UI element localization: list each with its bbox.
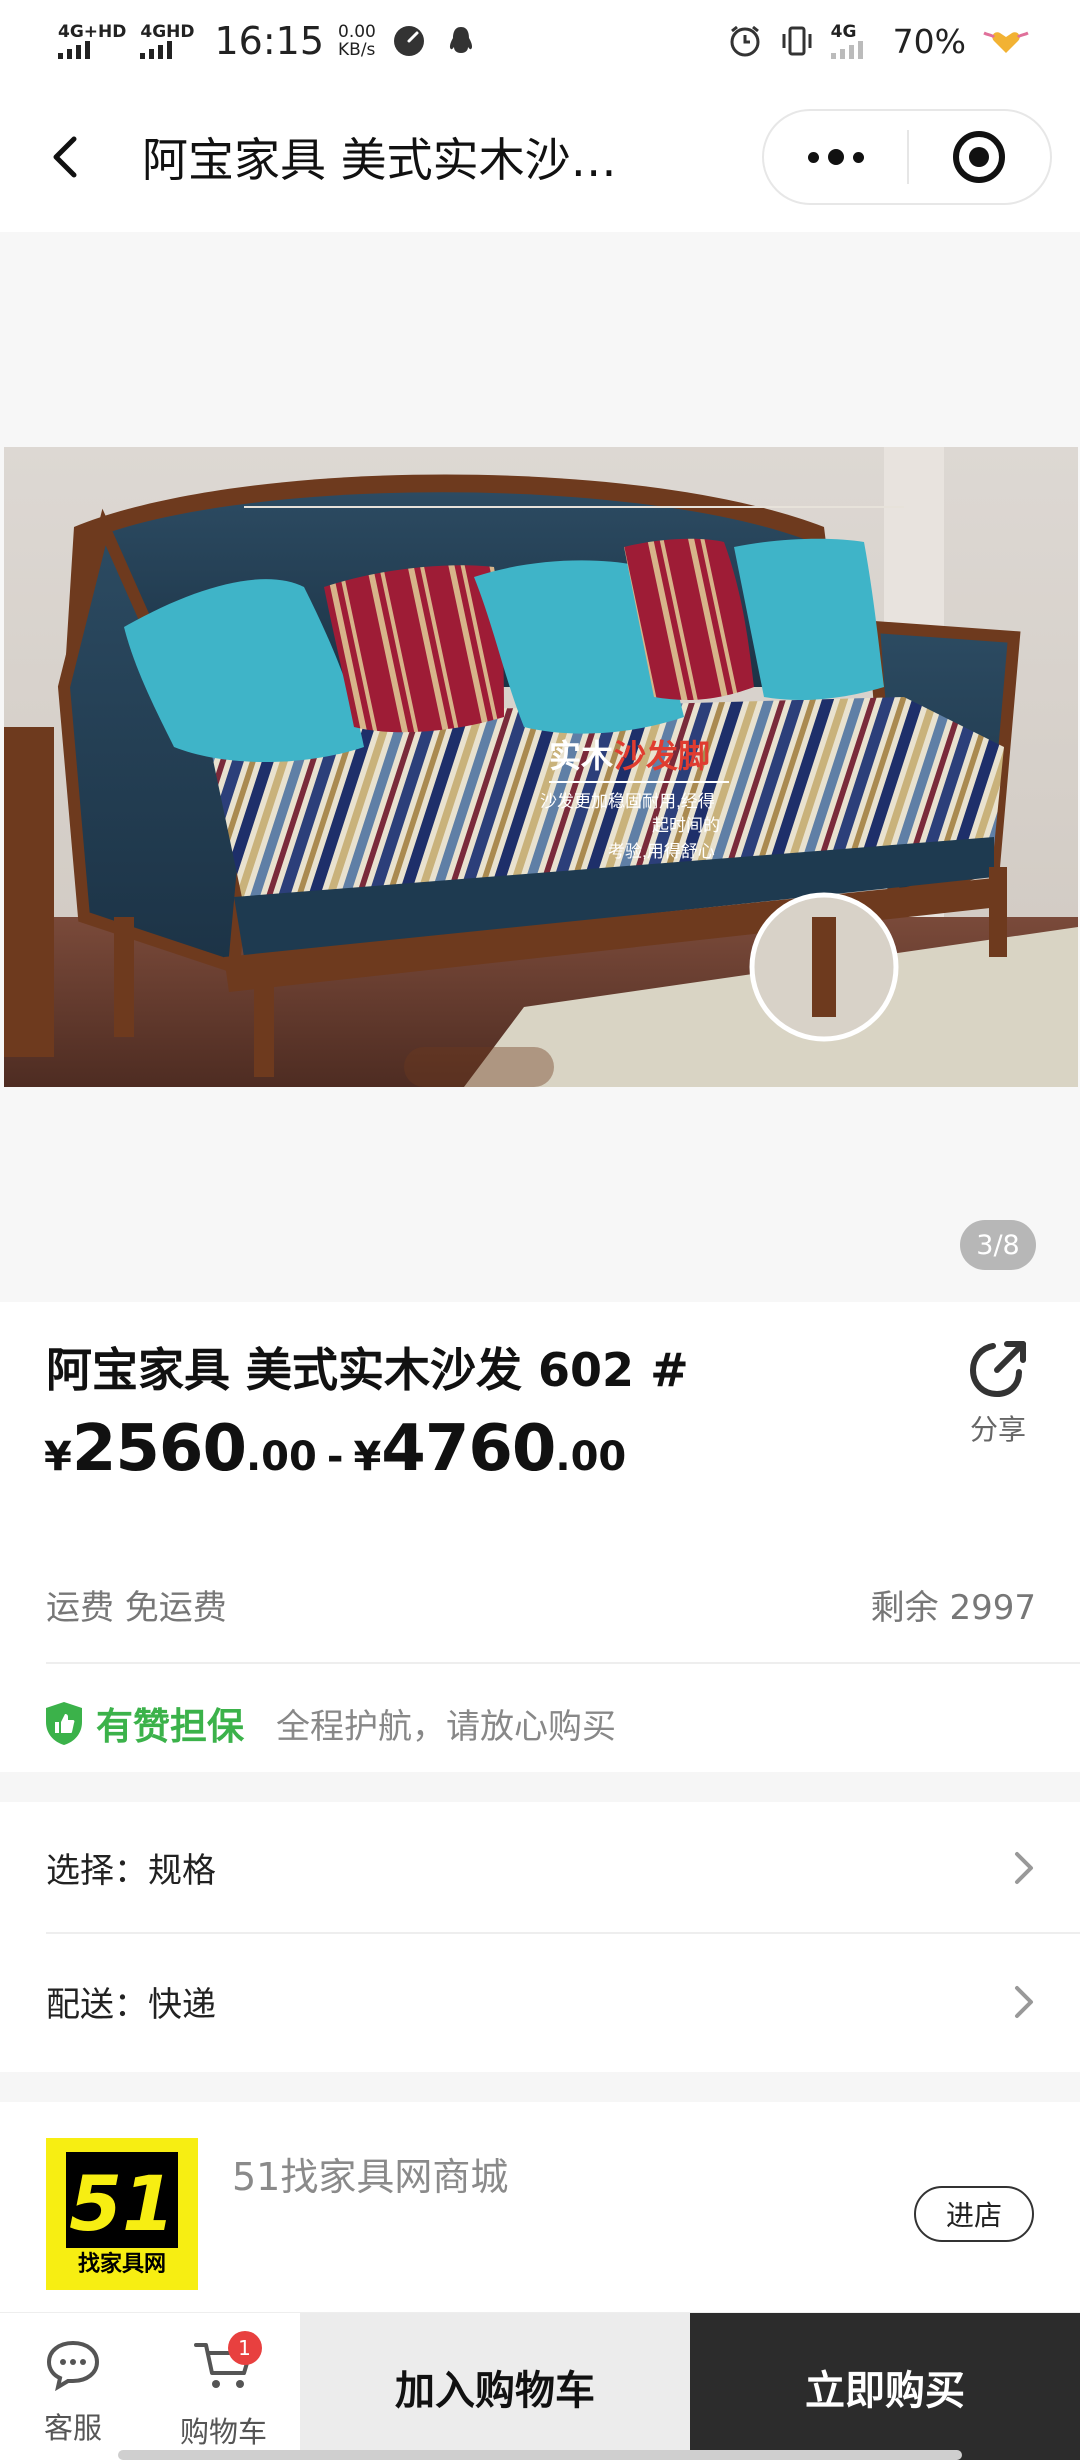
winged-heart-icon (983, 31, 1029, 53)
overlay-line-3: 考验,用得舒心 (608, 842, 715, 861)
shield-icon (46, 1702, 82, 1745)
enter-shop-button[interactable]: 进店 (914, 2186, 1034, 2242)
shop-name[interactable]: 51找家具网商城 (232, 2146, 508, 2201)
vibrate-icon (782, 26, 812, 56)
share-button[interactable]: 分享 (958, 1338, 1038, 1448)
price-separator: - (326, 1434, 344, 1480)
network-speed-unit: KB/s (338, 40, 376, 60)
close-mini-program-button[interactable] (909, 129, 1050, 185)
divider (46, 1662, 1080, 1664)
network-type-label: 4G+HD (58, 22, 127, 42)
overlay-title-prefix: 实木 (549, 738, 613, 774)
qq-penguin-icon (449, 27, 472, 53)
network-speed-value: 0.00 (338, 22, 376, 42)
chat-bubble-icon (46, 2340, 100, 2391)
spec-selector-label: 选择：规格 (46, 1850, 216, 1891)
product-info-section: 阿宝家具 美式实木沙发 602 # 分享 ¥2560.00- ¥4760.00 运… (0, 1302, 1080, 1772)
network-type-label: 4GHD (140, 22, 195, 42)
sofa-image: 实木 沙发脚 沙发更加稳固耐用,经得 起时间的 考验,用得舒心 (4, 447, 1078, 1087)
product-title: 阿宝家具 美式实木沙发 602 # (46, 1343, 689, 1397)
guarantee-title: 有赞担保 (96, 1705, 244, 1748)
signal-indicator-2: 4GHD (140, 22, 195, 59)
target-circle-icon (953, 131, 1006, 183)
more-options-button[interactable] (764, 149, 907, 165)
speedometer-icon (393, 26, 424, 56)
signal-indicator-1: 4G+HD (58, 23, 126, 59)
delivery-selector-label: 配送：快递 (46, 1984, 216, 2025)
currency-symbol: ¥ (44, 1434, 72, 1480)
shop-logo-number: 51 (66, 2152, 178, 2248)
signal-bars-icon (830, 41, 863, 59)
mini-program-capsule (762, 109, 1052, 205)
svg-text:51: 51 (69, 2159, 175, 2248)
bottom-action-bar: 客服 1 购物车 加入购物车 立即购买 (0, 2312, 1080, 2460)
battery-percentage: 70% (892, 21, 966, 61)
customer-service-button[interactable]: 客服 (44, 2339, 102, 2447)
product-photo: 实木 沙发脚 沙发更加稳固耐用,经得 起时间的 考验,用得舒心 (4, 447, 1078, 1087)
shop-logo[interactable]: 51 找家具网 (46, 2138, 198, 2290)
cart-label: 购物车 (180, 2415, 268, 2449)
signal-bars-icon (58, 41, 90, 59)
network-speed: 0.00 KB/s (338, 23, 376, 59)
overlay-line-2: 起时间的 (652, 816, 720, 835)
navigation-bar: 阿宝家具 美式实木沙… (0, 82, 1080, 232)
add-to-cart-button[interactable]: 加入购物车 (300, 2313, 690, 2460)
divider (46, 1932, 1080, 1934)
price-low-decimal: .00 (245, 1434, 317, 1480)
guarantee-text: 全程护航，请放心购买 (276, 1706, 616, 1747)
signal-bars-icon (140, 41, 173, 59)
shipping-fee: 运费 免运费 (46, 1588, 227, 1628)
chevron-right-icon (1015, 1986, 1033, 2018)
back-arrow-icon[interactable] (36, 127, 96, 187)
buy-now-button[interactable]: 立即购买 (690, 2313, 1080, 2460)
shop-logo-text: 找家具网 (77, 2252, 166, 2277)
customer-service-label: 客服 (44, 2411, 103, 2445)
overlay-title-highlight: 沙发脚 (614, 738, 710, 774)
cart-button[interactable]: 1 购物车 (180, 2331, 268, 2451)
share-icon (969, 1341, 1026, 1398)
chevron-right-icon (1015, 1852, 1033, 1884)
home-indicator[interactable] (118, 2450, 962, 2460)
delivery-selector-row[interactable]: 配送：快递 (0, 1936, 1080, 2066)
stock-remaining: 剩余 2997 (870, 1588, 1036, 1628)
price-high-integer: 4760 (381, 1412, 556, 1486)
status-bar: 4G+HD 4GHD 16:15 0.00 KB/s 4G 70% (0, 0, 1080, 82)
currency-symbol: ¥ (353, 1434, 382, 1480)
clock: 16:15 (214, 19, 325, 63)
section-gap (0, 2072, 1080, 2102)
image-counter: 3/8 (960, 1220, 1036, 1270)
cart-count-badge: 1 (227, 2331, 262, 2365)
signal-indicator-3: 4G (830, 22, 863, 59)
page-title: 阿宝家具 美式实木沙… (142, 133, 617, 187)
price-high-decimal: .00 (555, 1434, 627, 1480)
product-image-gallery[interactable]: 实木 沙发脚 沙发更加稳固耐用,经得 起时间的 考验,用得舒心 3/8 (0, 232, 1080, 1302)
shop-card: 51 找家具网 51找家具网商城 进店 (0, 2102, 1080, 2312)
share-label: 分享 (969, 1413, 1026, 1446)
spec-selector-row[interactable]: 选择：规格 (0, 1802, 1080, 1932)
guarantee-banner[interactable]: 有赞担保 全程护航，请放心购买 (44, 1696, 616, 1750)
price-range: ¥2560.00- ¥4760.00 (44, 1412, 626, 1486)
section-gap (0, 1772, 1080, 1802)
price-low-integer: 2560 (71, 1412, 247, 1486)
overlay-line-1: 沙发更加稳固耐用,经得 (540, 792, 715, 811)
alarm-icon (730, 25, 760, 57)
network-type-label: 4G (830, 22, 857, 42)
